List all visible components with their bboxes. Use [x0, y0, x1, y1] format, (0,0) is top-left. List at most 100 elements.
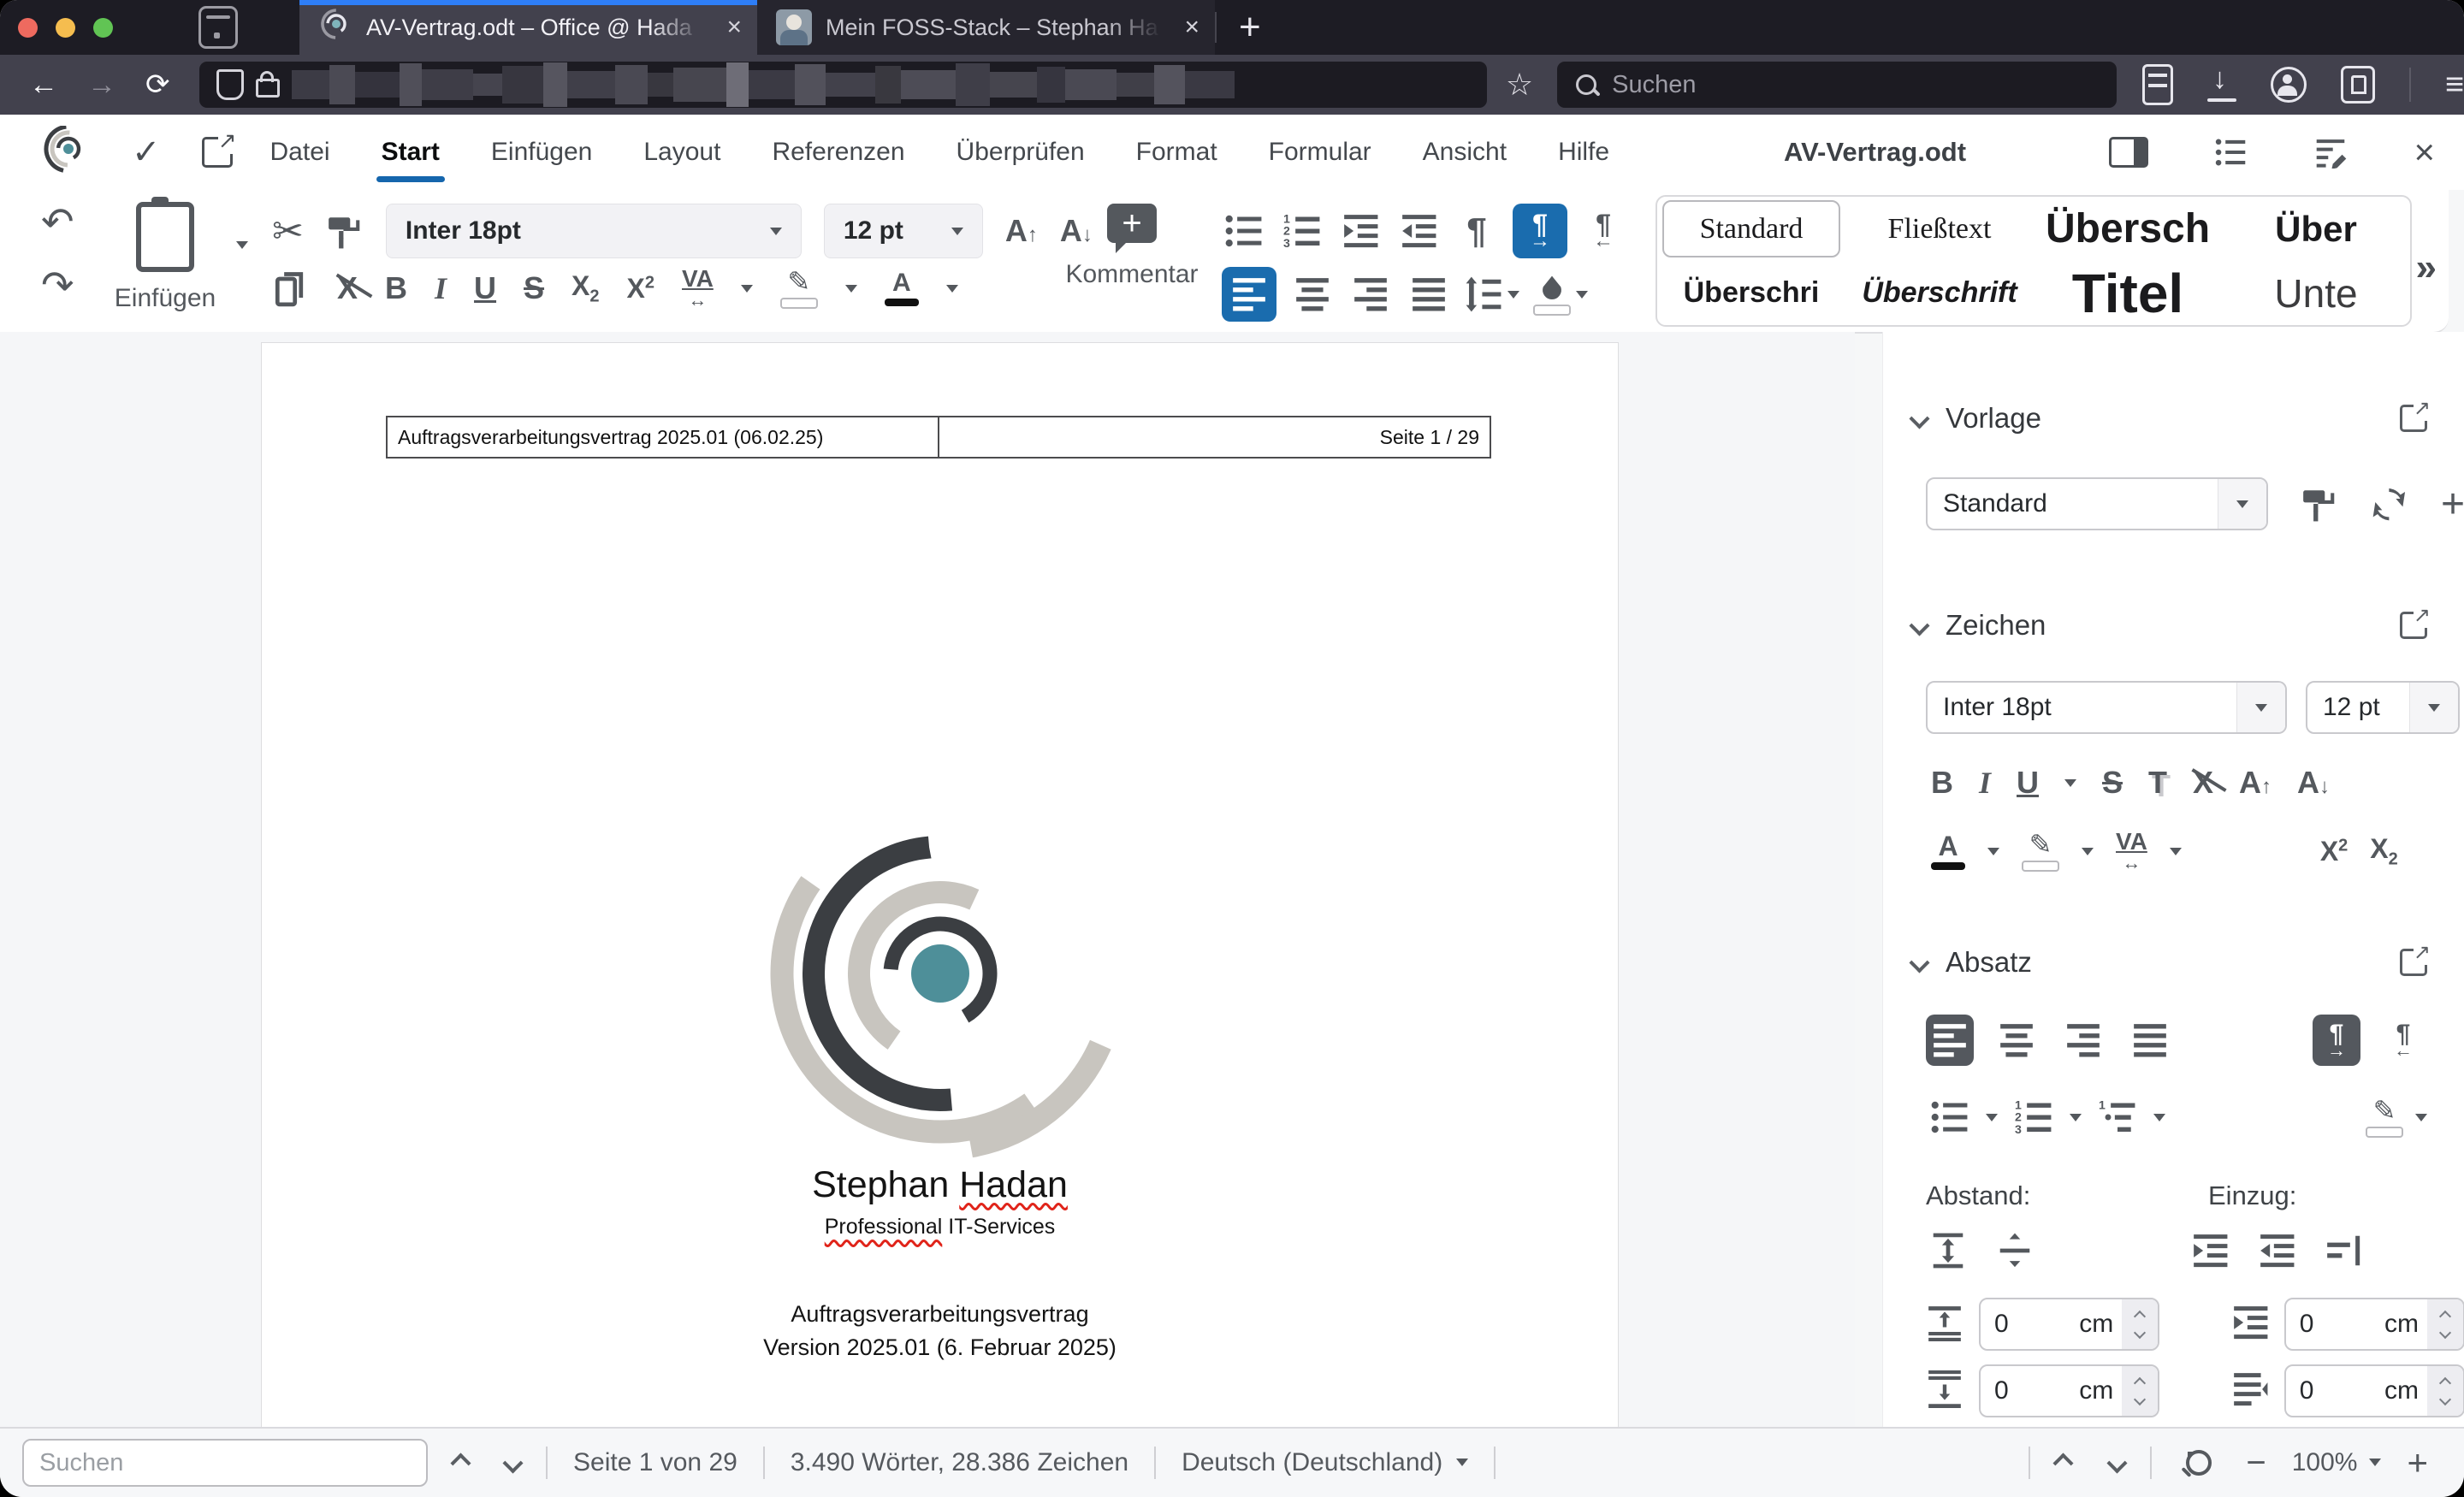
- sb-clear-format-button[interactable]: X: [2191, 765, 2227, 801]
- zeichen-section-header[interactable]: Zeichen: [1909, 603, 2431, 642]
- document-search-box[interactable]: [22, 1439, 428, 1487]
- font-name-combobox[interactable]: Inter 18pt: [385, 204, 802, 258]
- sb-ltr-button[interactable]: ¶ →: [2313, 1015, 2360, 1066]
- bold-button[interactable]: B: [385, 270, 407, 306]
- sb-rtl-button[interactable]: ¶ ←: [2379, 1015, 2427, 1066]
- sb-align-left-button[interactable]: [1926, 1015, 1974, 1066]
- outline-list-icon[interactable]: [2215, 136, 2248, 169]
- browser-search-bar[interactable]: [1557, 62, 2117, 108]
- style-ueberschrift3-preview[interactable]: Überschrift: [1845, 261, 2034, 325]
- chevron-segment[interactable]: [2217, 479, 2266, 529]
- sb-font-color-button[interactable]: A: [1931, 832, 1965, 870]
- spacing-decrease-icon[interactable]: [1996, 1232, 2034, 1274]
- document-canvas[interactable]: Auftragsverarbeitungsvertrag 2025.01 (06…: [0, 332, 1855, 1427]
- bookmark-star-icon[interactable]: ☆: [1506, 67, 1533, 103]
- line-spacing-button[interactable]: [1465, 267, 1519, 322]
- indent-before-input[interactable]: 0 cm: [2283, 1298, 2464, 1351]
- chevron-down-icon[interactable]: [2070, 1114, 2082, 1127]
- absatz-section-header[interactable]: Absatz: [1909, 940, 2431, 979]
- search-next-icon[interactable]: [502, 1452, 524, 1474]
- style-untertitel[interactable]: Unte: [2222, 261, 2410, 325]
- zoom-reset-icon[interactable]: [2186, 1450, 2212, 1476]
- tab-close-icon[interactable]: ×: [726, 13, 742, 42]
- style-ueberschrift1-preview[interactable]: Über: [2222, 197, 2410, 261]
- chevron-down-icon[interactable]: [2169, 848, 2182, 861]
- clone-format-button[interactable]: [2301, 485, 2338, 523]
- superscript-button[interactable]: X2: [627, 273, 654, 305]
- reload-button[interactable]: ⟳: [145, 68, 170, 102]
- clone-format-button[interactable]: [326, 212, 364, 250]
- copy-button[interactable]: [272, 269, 310, 307]
- style-fliesstext[interactable]: Fließtext: [1845, 197, 2034, 261]
- search-previous-icon[interactable]: [450, 1452, 471, 1474]
- edit-mode-icon[interactable]: [2314, 136, 2347, 169]
- sb-bold-button[interactable]: B: [1931, 765, 1953, 801]
- chevron-segment[interactable]: [2409, 683, 2458, 732]
- chevron-down-icon[interactable]: [844, 285, 857, 299]
- browser-search-input[interactable]: [1610, 69, 2059, 100]
- undo-button[interactable]: ↶: [41, 198, 74, 245]
- next-page-icon[interactable]: [2106, 1452, 2128, 1474]
- previous-page-icon[interactable]: [2052, 1452, 2074, 1474]
- toolbar-overflow-button[interactable]: »: [2416, 246, 2437, 289]
- space-above-input[interactable]: 0 cm: [1979, 1298, 2160, 1351]
- document-search-input[interactable]: [38, 1447, 400, 1478]
- word-count-status[interactable]: 3.490 Wörter, 28.386 Zeichen: [791, 1448, 1128, 1477]
- chevron-down-icon[interactable]: [2082, 848, 2094, 861]
- paragraph-background-button[interactable]: [1533, 267, 1588, 322]
- align-center-button[interactable]: [1290, 267, 1335, 322]
- hanging-indent-icon[interactable]: [2325, 1232, 2362, 1274]
- highlight-color-button[interactable]: ✎: [779, 268, 818, 309]
- account-icon[interactable]: [2270, 67, 2307, 103]
- chevron-down-icon[interactable]: [2064, 779, 2077, 793]
- zeichen-popout-icon[interactable]: [2400, 603, 2431, 639]
- chevron-down-icon[interactable]: [2415, 1114, 2427, 1127]
- vorlage-section-header[interactable]: Vorlage: [1909, 396, 2431, 435]
- sb-align-right-button[interactable]: [2059, 1015, 2107, 1066]
- style-titel[interactable]: Titel: [2034, 261, 2222, 325]
- menu-start[interactable]: Start: [376, 133, 446, 182]
- menu-ueberpruefen[interactable]: Überprüfen: [955, 133, 1087, 172]
- language-selector[interactable]: Deutsch (Deutschland): [1182, 1448, 1469, 1477]
- ltr-direction-button[interactable]: ¶ →: [1513, 204, 1567, 258]
- tab-av-vertrag[interactable]: AV-Vertrag.odt – Office @ Hada ×: [299, 0, 757, 55]
- zoom-out-button[interactable]: −: [2246, 1444, 2266, 1482]
- menu-layout[interactable]: Layout: [642, 133, 722, 172]
- sb-char-spacing-button[interactable]: VA ↔: [2116, 830, 2147, 873]
- align-right-button[interactable]: [1348, 267, 1393, 322]
- paste-button[interactable]: Einfügen: [101, 197, 229, 313]
- sb-align-center-button[interactable]: [1993, 1015, 2040, 1066]
- spinner-buttons[interactable]: [2427, 1299, 2463, 1349]
- sb-superscript-button[interactable]: X2: [2320, 836, 2348, 867]
- formatting-marks-button[interactable]: ¶: [1454, 204, 1499, 258]
- rtl-direction-button[interactable]: ¶ ←: [1581, 204, 1626, 258]
- downloads-icon[interactable]: [2206, 62, 2236, 102]
- indent-after-input[interactable]: 0 cm: [2283, 1364, 2464, 1417]
- chevron-down-icon[interactable]: [2153, 1114, 2165, 1127]
- sb-grow-font-button[interactable]: A↑: [2239, 765, 2272, 801]
- zoom-level-selector[interactable]: 100%: [2292, 1448, 2382, 1477]
- chevron-down-icon[interactable]: [1987, 848, 1999, 861]
- sb-shrink-font-button[interactable]: A↓: [2297, 765, 2330, 801]
- justify-button[interactable]: [1407, 267, 1451, 322]
- sb-bullet-list-button[interactable]: [1926, 1092, 1974, 1143]
- sb-numbered-list-button[interactable]: 123: [2010, 1092, 2058, 1143]
- menu-einfuegen[interactable]: Einfügen: [489, 133, 594, 172]
- tracking-shield-icon[interactable]: [216, 69, 244, 100]
- grow-font-button[interactable]: A↑: [1005, 213, 1038, 249]
- font-color-button[interactable]: A: [884, 270, 919, 306]
- char-spacing-button[interactable]: VA ↔: [682, 267, 714, 310]
- font-size-combobox[interactable]: 12 pt: [823, 204, 983, 258]
- decrease-indent-button[interactable]: [1396, 204, 1441, 258]
- zoom-in-button[interactable]: +: [2407, 1442, 2428, 1483]
- chevron-down-icon[interactable]: [1986, 1114, 1998, 1127]
- absatz-popout-icon[interactable]: [2400, 940, 2431, 976]
- sb-highlight-button[interactable]: ✎: [2022, 831, 2059, 872]
- menu-formular[interactable]: Formular: [1267, 133, 1373, 172]
- italic-button[interactable]: I: [435, 270, 447, 306]
- menu-hilfe[interactable]: Hilfe: [1556, 133, 1611, 172]
- sidebar-font-size-combobox[interactable]: 12 pt: [2306, 681, 2460, 734]
- forward-button[interactable]: →: [87, 68, 116, 102]
- tab-foss-stack[interactable]: Mein FOSS-Stack – Stephan Ha ×: [757, 0, 1215, 55]
- firefox-view-icon[interactable]: [198, 6, 238, 49]
